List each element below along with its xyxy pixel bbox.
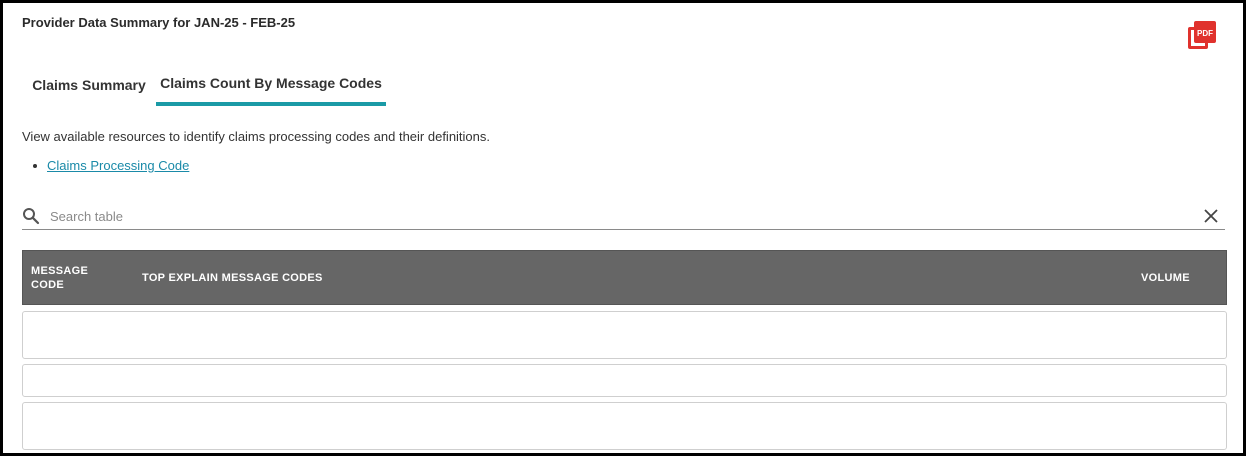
search-input[interactable] — [50, 205, 1190, 227]
column-header-volume[interactable]: VOLUME — [1141, 251, 1211, 304]
table-search — [22, 203, 1225, 230]
pdf-icon: PDF — [1188, 21, 1216, 49]
resource-links-list: Claims Processing Code — [22, 157, 189, 175]
list-item: Claims Processing Code — [22, 157, 189, 175]
tab-claims-count-by-message-codes[interactable]: Claims Count By Message Codes — [156, 66, 386, 106]
claims-processing-code-link[interactable]: Claims Processing Code — [47, 158, 189, 173]
tab-bar: Claims Summary Claims Count By Message C… — [22, 66, 422, 106]
pdf-export-button[interactable]: PDF — [1188, 21, 1216, 49]
tab-claims-summary[interactable]: Claims Summary — [22, 66, 156, 106]
table-row — [22, 402, 1227, 450]
table-header: MESSAGE CODE TOP EXPLAIN MESSAGE CODES V… — [22, 250, 1227, 305]
close-icon[interactable] — [1203, 208, 1219, 224]
column-header-top-explain-message-codes[interactable]: TOP EXPLAIN MESSAGE CODES — [142, 251, 542, 304]
search-icon — [23, 208, 40, 225]
column-header-message-code[interactable]: MESSAGE CODE — [31, 251, 111, 304]
panel: Provider Data Summary for JAN-25 - FEB-2… — [0, 0, 1246, 456]
table-row — [22, 364, 1227, 397]
page-title: Provider Data Summary for JAN-25 - FEB-2… — [22, 15, 296, 30]
pdf-icon-label: PDF — [1197, 29, 1213, 38]
description-text: View available resources to identify cla… — [22, 129, 491, 144]
table-row — [22, 311, 1227, 359]
